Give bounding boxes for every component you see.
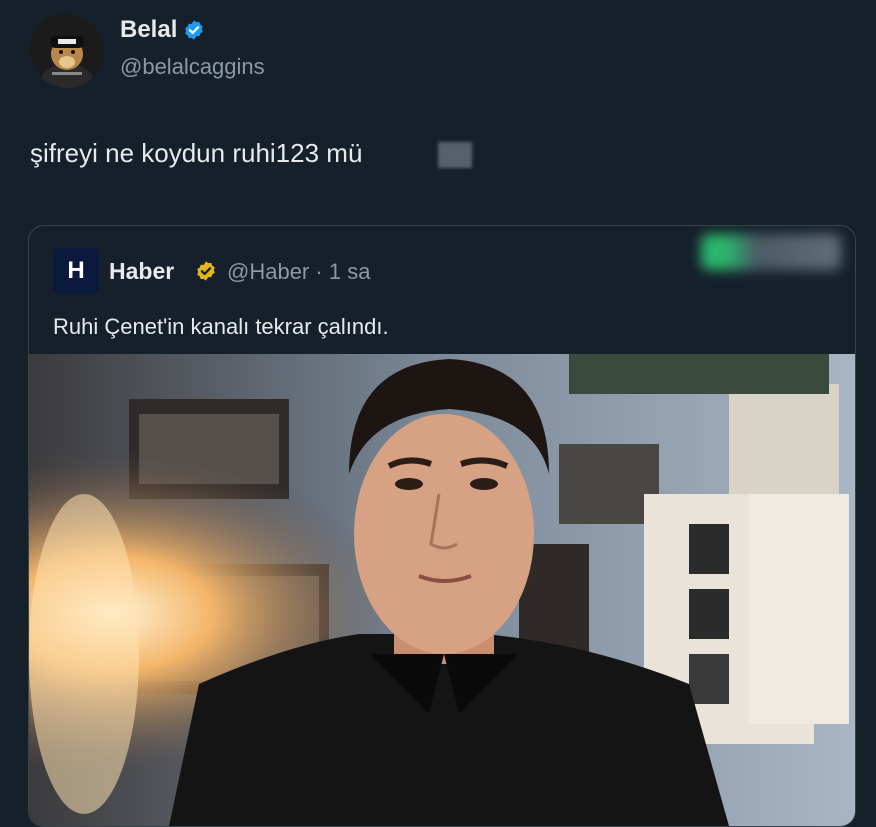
author-name-row[interactable]: Belal	[120, 16, 205, 44]
quote-author-name[interactable]: Haber	[109, 258, 174, 285]
redacted-emoji	[438, 142, 472, 168]
quote-author-handle[interactable]: @Haber	[227, 259, 309, 284]
verified-badge-icon	[183, 19, 205, 41]
author-handle[interactable]: @belalcaggins	[120, 54, 265, 80]
haber-logo[interactable]: H	[53, 248, 99, 294]
quote-tweet-card[interactable]: H Haber @Haber · 1 sa Ruhi Çenet'in kana…	[28, 225, 856, 827]
author-avatar[interactable]	[30, 14, 104, 88]
blurred-watermark	[701, 234, 841, 270]
meta-separator: ·	[315, 259, 323, 284]
quote-photo[interactable]	[29, 354, 855, 826]
gold-verified-badge-icon	[195, 260, 217, 287]
quote-timestamp[interactable]: 1 sa	[329, 259, 371, 284]
tweet-text: şifreyi ne koydun ruhi123 mü	[30, 138, 363, 168]
author-name[interactable]: Belal	[120, 16, 177, 44]
quote-text: Ruhi Çenet'in kanalı tekrar çalındı.	[53, 314, 389, 339]
quote-meta: @Haber · 1 sa	[227, 259, 370, 285]
